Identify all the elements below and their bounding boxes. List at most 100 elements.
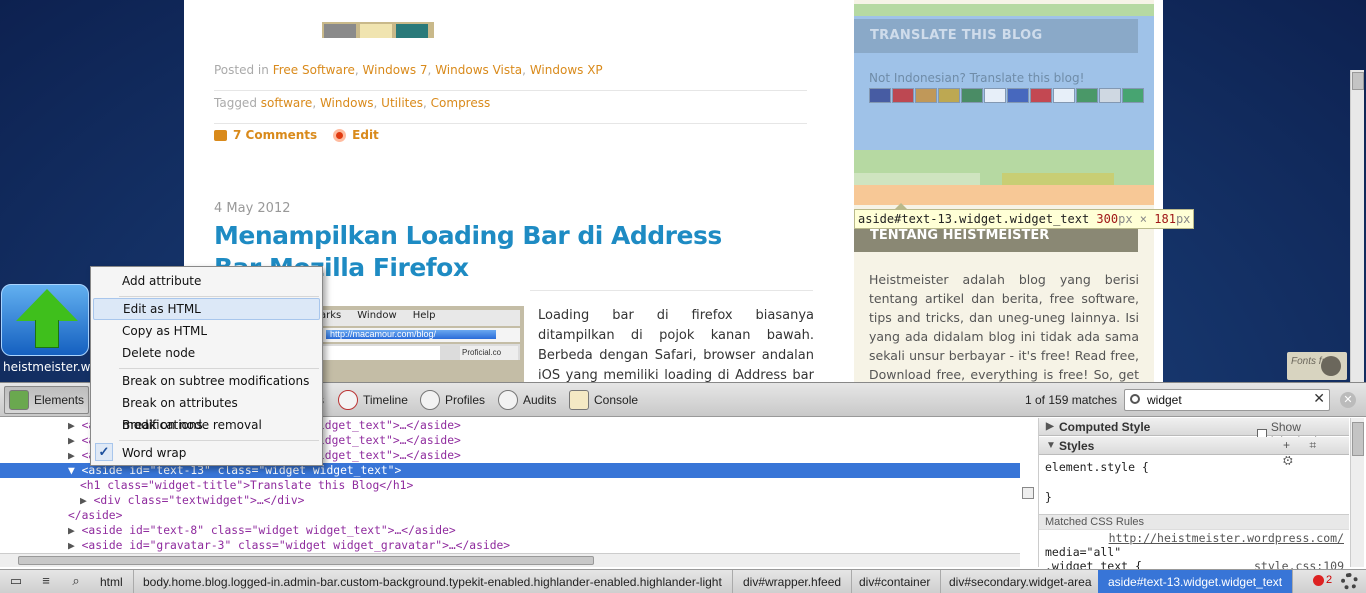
- tab-timeline[interactable]: Timeline: [338, 389, 408, 411]
- category-link[interactable]: Windows Vista: [435, 63, 522, 77]
- styles-sidebar: ▶Computed Style Show inherited ▼Styles +…: [1038, 418, 1349, 573]
- menu-item-copy-as-html[interactable]: Copy as HTML: [93, 320, 320, 342]
- matched-rules-header: Matched CSS Rules: [1039, 514, 1349, 530]
- tab-audits[interactable]: Audits: [498, 389, 556, 411]
- update-gadget[interactable]: [1, 284, 89, 356]
- flag-icon[interactable]: [1122, 88, 1144, 103]
- error-icon: [1313, 574, 1324, 586]
- tooltip-width: 300: [1096, 212, 1119, 226]
- dom-node[interactable]: ▶ <aside id="gravatar-3" class="widget w…: [68, 538, 510, 553]
- profiles-icon: [420, 390, 440, 410]
- clear-search-icon[interactable]: ✕: [1313, 390, 1325, 407]
- element-style-rule[interactable]: element.style {: [1045, 460, 1149, 474]
- tag-link[interactable]: software: [261, 96, 313, 110]
- posted-in-line: Posted in Free Software, Windows 7, Wind…: [214, 63, 603, 77]
- divider: [214, 123, 807, 124]
- category-link[interactable]: Free Software: [273, 63, 355, 77]
- error-count-badge[interactable]: 2: [1313, 574, 1332, 586]
- category-link[interactable]: Windows 7: [363, 63, 428, 77]
- flag-icon[interactable]: [915, 88, 937, 103]
- tab-console[interactable]: Console: [569, 389, 638, 411]
- breadcrumb-item[interactable]: div#container: [849, 570, 942, 593]
- sidebar: TRANSLATE THIS BLOG Not Indonesian? Tran…: [854, 0, 1154, 382]
- post-excerpt: Loading bar di firefox biasanya ditampil…: [538, 308, 814, 382]
- menu-item-add-attribute[interactable]: Add attribute: [93, 270, 320, 292]
- tab-profiles[interactable]: Profiles: [420, 389, 485, 411]
- highlight-margin: [1002, 173, 1114, 185]
- post-thumbnail-strip: [322, 22, 434, 38]
- flag-icon[interactable]: [892, 88, 914, 103]
- computed-style-header[interactable]: ▶Computed Style Show inherited: [1039, 418, 1349, 448]
- gadget-label: heistmeister.wor: [3, 360, 91, 374]
- scroll-thumb[interactable]: [18, 556, 594, 565]
- translate-prompt: Not Indonesian? Translate this blog!: [869, 71, 1085, 85]
- breadcrumb-item[interactable]: html: [90, 570, 134, 593]
- console-drawer-icon[interactable]: ≡: [36, 573, 56, 591]
- breadcrumb-item[interactable]: div#secondary.widget-area: [939, 570, 1103, 593]
- typekit-icon: [1321, 356, 1341, 376]
- pane-split-handle[interactable]: [1022, 487, 1034, 499]
- context-menu: Add attribute Edit as HTML Copy as HTML …: [90, 266, 323, 466]
- dom-horizontal-scrollbar[interactable]: [0, 553, 1020, 567]
- dock-icon[interactable]: ▭: [6, 573, 26, 591]
- inspect-icon[interactable]: ⌕: [66, 573, 86, 591]
- styles-tool-icons[interactable]: + ⌗ ⚙: [1283, 438, 1349, 468]
- timeline-icon: [338, 390, 358, 410]
- dom-node[interactable]: </aside>: [68, 508, 122, 523]
- menu-item-delete-node[interactable]: Delete node: [93, 342, 320, 364]
- styles-scrollbar[interactable]: [1350, 418, 1364, 567]
- post-date: 4 May 2012: [214, 201, 291, 216]
- highlight-margin: [854, 173, 980, 185]
- dom-node[interactable]: ▶ <div class="textwidget">…</div>: [80, 493, 304, 508]
- breadcrumb-item[interactable]: div#wrapper.hfeed: [733, 570, 853, 593]
- breadcrumb-item[interactable]: body.home.blog.logged-in.admin-bar.custo…: [133, 570, 733, 593]
- dom-node[interactable]: <h1 class="widget-title">Translate this …: [80, 478, 413, 493]
- scroll-thumb[interactable]: [1352, 72, 1364, 90]
- divider: [530, 290, 813, 291]
- flag-icon[interactable]: [1099, 88, 1121, 103]
- flag-icon[interactable]: [1076, 88, 1098, 103]
- flag-icon[interactable]: [1053, 88, 1075, 103]
- blog-page: Posted in Free Software, Windows 7, Wind…: [184, 0, 1163, 382]
- flag-icon[interactable]: [961, 88, 983, 103]
- stylesheet-link[interactable]: http://heistmeister.wordpress.com/: [1109, 531, 1344, 545]
- tooltip-height: 181: [1154, 212, 1176, 226]
- category-link[interactable]: Windows XP: [530, 63, 603, 77]
- posted-in-label: Posted in: [214, 63, 269, 77]
- console-icon: [569, 390, 589, 410]
- menu-item-break-subtree[interactable]: Break on subtree modifications: [93, 370, 320, 392]
- flag-icon[interactable]: [938, 88, 960, 103]
- tentang-widget-text: Heistmeister adalah blog yang berisi ten…: [869, 272, 1139, 382]
- search-match-count: 1 of 159 matches: [1025, 393, 1118, 407]
- flag-icon[interactable]: [1030, 88, 1052, 103]
- dom-node[interactable]: ▶ <aside id="text-8" class="widget widge…: [68, 523, 456, 538]
- flag-icon[interactable]: [869, 88, 891, 103]
- tab-elements[interactable]: Elements: [4, 386, 90, 414]
- flag-icon[interactable]: [984, 88, 1006, 103]
- fonts-from-badge[interactable]: Fonts from: [1287, 352, 1347, 380]
- highlight-margin: [854, 4, 1154, 16]
- devtools-statusbar: ▭ ≡ ⌕ html body.home.blog.logged-in.admin…: [0, 569, 1366, 593]
- close-devtools-icon[interactable]: ✕: [1340, 392, 1356, 408]
- settings-gear-icon[interactable]: [1341, 573, 1358, 590]
- elements-icon: [9, 390, 29, 410]
- comments-link[interactable]: 7 Comments: [233, 128, 317, 142]
- page-scrollbar[interactable]: [1350, 70, 1364, 382]
- styles-header[interactable]: ▼ Styles + ⌗ ⚙: [1039, 437, 1349, 467]
- tag-link[interactable]: Windows: [320, 96, 374, 110]
- translate-widget-title: TRANSLATE THIS BLOG: [854, 19, 1138, 53]
- flag-icon[interactable]: [1007, 88, 1029, 103]
- tag-link[interactable]: Utilites: [381, 96, 423, 110]
- audits-icon: [498, 390, 518, 410]
- flag-list: [869, 88, 1149, 110]
- search-input[interactable]: widget ✕: [1124, 389, 1330, 411]
- highlight-padding: [854, 185, 1154, 205]
- edit-link[interactable]: Edit: [352, 128, 379, 142]
- tag-link[interactable]: Compress: [431, 96, 491, 110]
- tagged-line: Tagged software, Windows, Utilites, Comp…: [214, 96, 491, 110]
- menu-item-break-attributes[interactable]: Break on attributes modifications: [93, 392, 320, 432]
- menu-item-edit-as-html[interactable]: Edit as HTML: [93, 298, 320, 320]
- menu-item-word-wrap[interactable]: Word wrap: [93, 442, 320, 464]
- breadcrumb-item[interactable]: aside#text-13.widget.widget_text: [1098, 570, 1294, 593]
- menu-item-break-removal[interactable]: Break on node removal: [93, 414, 320, 436]
